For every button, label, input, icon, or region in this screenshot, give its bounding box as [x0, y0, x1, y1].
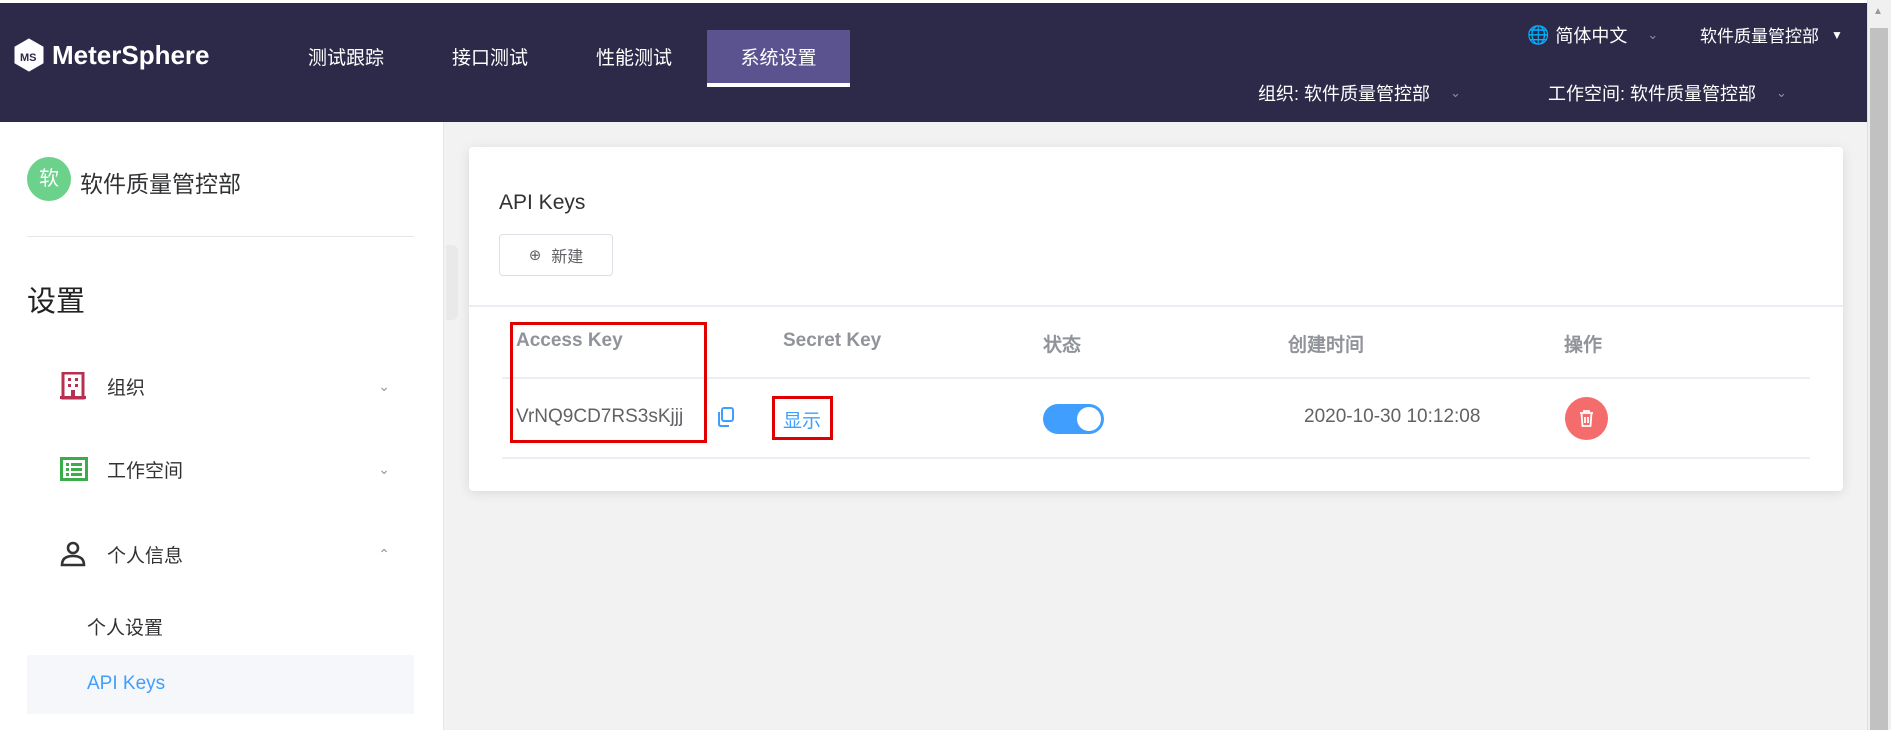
caret-down-icon: ▼: [1831, 27, 1843, 42]
copy-icon[interactable]: [717, 407, 735, 427]
plus-circle-icon: ⊕: [528, 247, 542, 264]
chevron-down-icon: ⌄: [1776, 85, 1787, 100]
building-icon: [60, 372, 86, 400]
column-secret-key: Secret Key: [783, 330, 882, 351]
language-dropdown[interactable]: 🌐 简体中文 ⌄: [1527, 22, 1658, 48]
highlight-box-access-key: [510, 322, 707, 443]
user-name: 软件质量管控部: [1700, 27, 1819, 46]
menu-personal-info[interactable]: 个人信息 ⌃: [60, 539, 390, 569]
svg-text:MS: MS: [20, 52, 37, 64]
new-button[interactable]: ⊕ 新建: [499, 234, 613, 276]
menu-organization[interactable]: 组织 ⌄: [60, 371, 390, 401]
sub-item-api-keys-bg[interactable]: [27, 655, 414, 714]
metersphere-logo-icon: MS: [14, 38, 44, 72]
column-created-time: 创建时间: [1288, 335, 1365, 356]
sub-item-personal-settings[interactable]: 个人设置: [87, 613, 163, 640]
avatar: 软: [27, 157, 71, 201]
column-actions: 操作: [1564, 335, 1603, 356]
list-icon: [60, 457, 88, 481]
new-button-label: 新建: [551, 249, 584, 266]
organization-dropdown[interactable]: 组织: 软件质量管控部 ⌄: [1258, 80, 1461, 106]
user-icon: [60, 541, 86, 567]
chevron-down-icon: ⌄: [378, 460, 390, 477]
row-divider: [502, 457, 1810, 459]
globe-icon: 🌐: [1527, 24, 1550, 45]
chevron-down-icon: ⌄: [378, 377, 390, 394]
delete-button[interactable]: [1565, 397, 1608, 440]
created-time: 2020-10-30 10:12:08: [1304, 406, 1481, 427]
divider: [27, 236, 414, 237]
nav-api-test[interactable]: 接口测试: [440, 30, 540, 87]
chevron-up-icon: ⌃: [378, 545, 390, 562]
nav-test-tracking[interactable]: 测试跟踪: [296, 30, 396, 87]
section-title: 设置: [27, 286, 86, 318]
workspace-label: 工作空间: 软件质量管控部: [1548, 84, 1757, 104]
menu-workspace[interactable]: 工作空间 ⌄: [60, 454, 390, 484]
chevron-down-icon: ⌄: [1647, 27, 1659, 42]
status-toggle[interactable]: [1043, 404, 1104, 434]
highlight-box-show-link: [772, 396, 833, 440]
brand-logo[interactable]: MS MeterSphere: [14, 38, 210, 72]
user-dropdown[interactable]: 软件质量管控部 ▼: [1700, 22, 1843, 47]
workspace-dropdown[interactable]: 工作空间: 软件质量管控部 ⌄: [1548, 80, 1787, 106]
sidebar-collapse-handle[interactable]: [446, 245, 458, 320]
sidebar: [0, 122, 444, 730]
chevron-down-icon: ⌄: [1450, 85, 1461, 100]
nav-performance-test[interactable]: 性能测试: [584, 30, 684, 87]
org-name: 软件质量管控部: [80, 171, 241, 197]
brand-name: MeterSphere: [52, 39, 210, 70]
page-title: API Keys: [499, 191, 586, 214]
trash-icon: [1580, 410, 1593, 427]
menu-label: 组织: [107, 377, 146, 399]
scrollbar-thumb[interactable]: [1870, 28, 1888, 730]
nav-system-settings[interactable]: 系统设置: [707, 30, 850, 87]
sub-item-api-keys[interactable]: API Keys: [87, 673, 165, 695]
menu-label: 个人信息: [107, 545, 184, 567]
organization-label: 组织: 软件质量管控部: [1258, 84, 1431, 104]
language-label: 简体中文: [1555, 26, 1628, 46]
column-status: 状态: [1043, 335, 1082, 356]
divider: [469, 305, 1843, 307]
scroll-up-arrow-icon[interactable]: ▲: [1873, 6, 1883, 17]
menu-label: 工作空间: [107, 460, 184, 482]
